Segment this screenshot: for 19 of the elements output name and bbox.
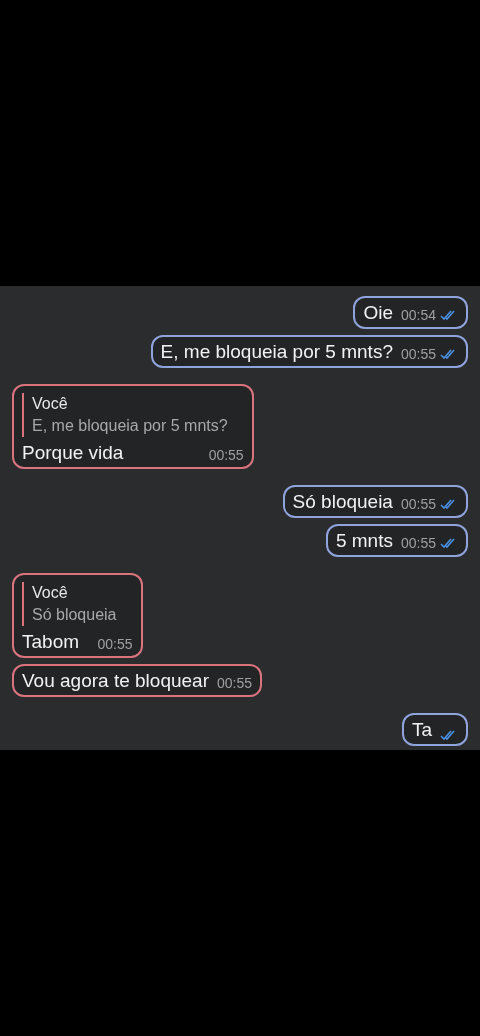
message-time: 00:55 <box>208 446 244 464</box>
message-text: E, me bloqueia por 5 mnts? <box>160 340 393 363</box>
reply-author: Você <box>32 394 69 414</box>
message-time: 00:55 <box>400 534 436 552</box>
message-text: Só bloqueia <box>292 490 393 513</box>
message-time: 00:55 <box>400 495 436 513</box>
reply-text: Só bloqueia <box>32 605 117 625</box>
message-text: 5 mnts <box>335 529 393 552</box>
message-text: Tabom <box>22 630 80 653</box>
message-time: 00:54 <box>400 306 436 324</box>
message-time: 00:55 <box>217 674 253 692</box>
message-text: Vou agora te bloquear <box>22 669 209 692</box>
message-text: Ta <box>411 718 432 741</box>
message-text: Oie <box>363 301 393 324</box>
message-time: 00:55 <box>400 345 436 363</box>
message-text: Porque vida <box>22 441 124 464</box>
reply-text: E, me bloqueia por 5 mnts? <box>32 416 228 436</box>
reply-author: Você <box>32 583 69 603</box>
message-time: 00:55 <box>97 635 133 653</box>
